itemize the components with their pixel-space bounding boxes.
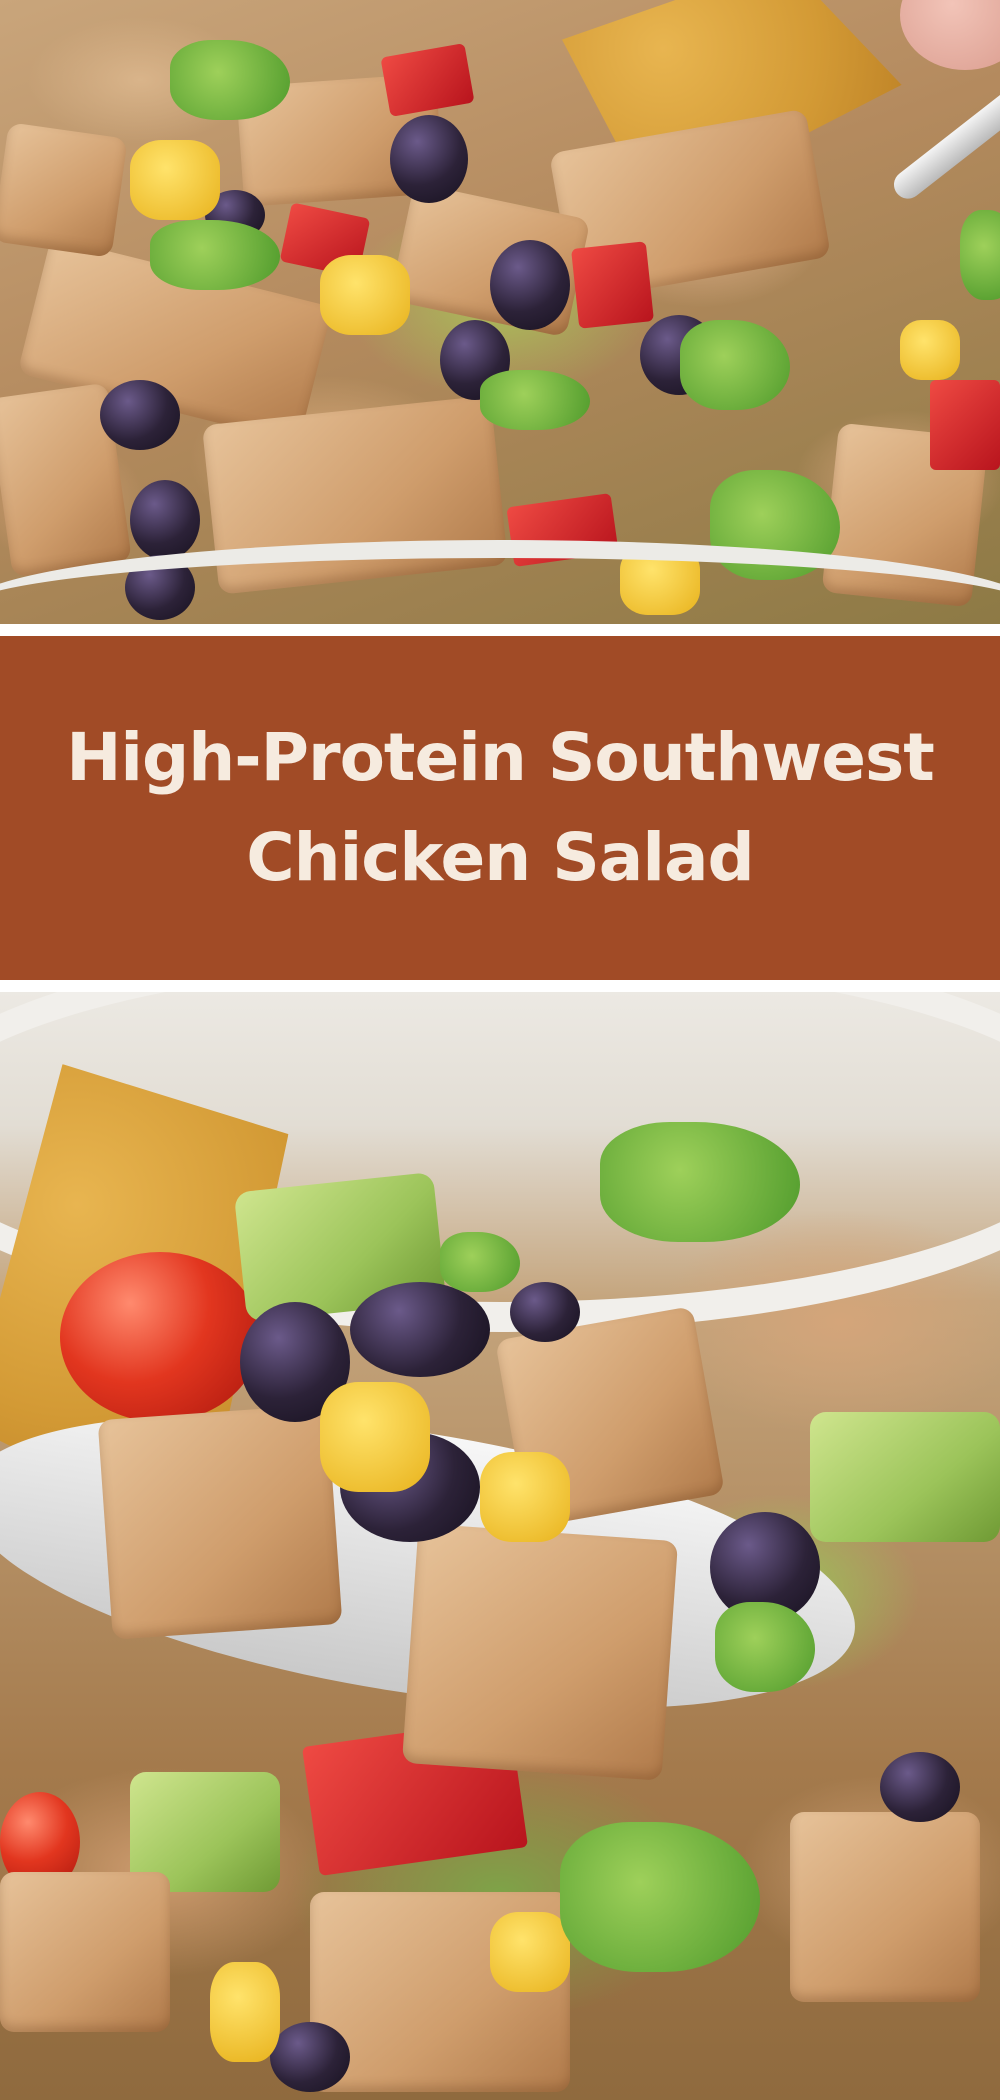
lettuce: [680, 320, 790, 410]
black-bean: [130, 480, 200, 560]
recipe-title-line-1: High-Protein Southwest: [66, 719, 935, 796]
salad-photo-top: [0, 0, 1000, 624]
background-chicken-chunk: [0, 1872, 170, 2032]
lettuce: [715, 1602, 815, 1692]
finger: [900, 0, 1000, 70]
red-pepper: [571, 241, 654, 329]
black-bean: [390, 115, 468, 203]
corn-kernel: [480, 1452, 570, 1542]
lettuce: [150, 220, 280, 290]
background-corn-kernel: [210, 1962, 280, 2062]
lettuce: [480, 370, 590, 430]
background-chicken-chunk: [790, 1812, 980, 2002]
background-black-bean: [270, 2022, 350, 2092]
corn-kernel: [130, 140, 220, 220]
chicken-chunk: [401, 1523, 679, 1781]
background-lettuce: [600, 1122, 800, 1242]
recipe-title: High-Protein Southwest Chicken Salad: [10, 708, 990, 908]
background-corn-kernel: [490, 1912, 570, 1992]
black-bean: [350, 1282, 490, 1377]
corn-kernel: [320, 255, 410, 335]
title-banner: High-Protein Southwest Chicken Salad: [0, 636, 1000, 980]
background-avocado: [810, 1412, 1000, 1542]
lettuce: [440, 1232, 520, 1292]
salad-photo-bottom: [0, 992, 1000, 2100]
lettuce: [960, 210, 1000, 300]
red-pepper: [930, 380, 1000, 470]
black-bean: [490, 240, 570, 330]
recipe-title-line-2: Chicken Salad: [246, 819, 754, 896]
black-bean: [510, 1282, 580, 1342]
background-black-bean: [880, 1752, 960, 1822]
spoon-handle: [888, 83, 1000, 205]
chicken-chunk: [0, 122, 128, 258]
cherry-tomato: [60, 1252, 260, 1422]
corn-kernel: [320, 1382, 430, 1492]
background-lettuce: [560, 1822, 760, 1972]
red-pepper: [380, 43, 475, 117]
black-bean: [100, 380, 180, 450]
lettuce: [170, 40, 290, 120]
chicken-chunk: [97, 1404, 343, 1640]
corn-kernel: [900, 320, 960, 380]
